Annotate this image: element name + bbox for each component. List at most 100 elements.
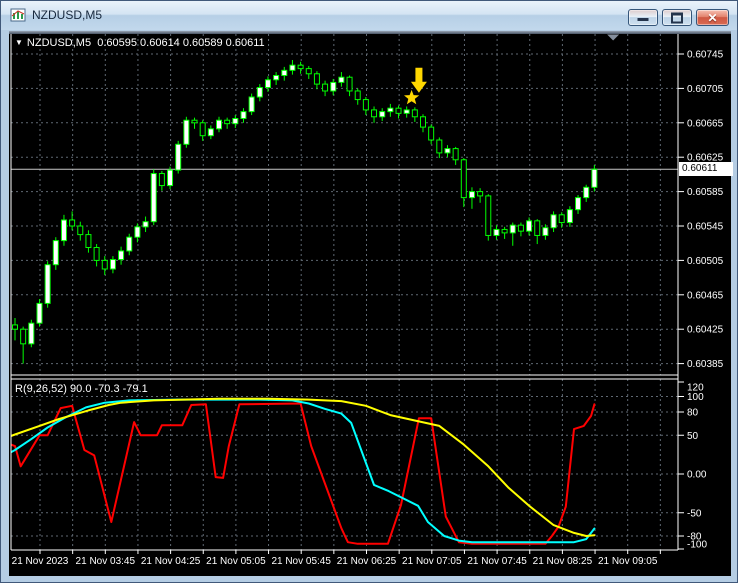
candle <box>20 326 27 364</box>
indicator-label: R(9,26,52) 90.0 -70.3 -79.1 <box>15 383 148 395</box>
candle <box>517 222 524 237</box>
symbol-dropdown-icon: ▼ <box>15 38 23 47</box>
candle <box>150 169 157 226</box>
price-axis[interactable] <box>678 31 731 550</box>
sell-arrow-icon <box>410 67 427 93</box>
candle <box>240 108 247 123</box>
candle <box>452 146 459 165</box>
candle <box>167 166 174 190</box>
indicator-values: 90.0 -70.3 -79.1 <box>70 383 148 395</box>
title-bar[interactable]: NZDUSD,M5 ✕ <box>1 1 737 30</box>
minimize-button[interactable] <box>628 9 658 26</box>
candle <box>420 114 426 133</box>
chart-icon <box>10 8 26 22</box>
candle <box>12 318 18 341</box>
candle <box>281 66 288 81</box>
indicator-name: R(9,26,52) <box>15 383 67 395</box>
candle <box>591 164 598 192</box>
candle <box>428 124 435 145</box>
close-icon: ✕ <box>707 11 718 25</box>
candle <box>379 108 386 122</box>
candle <box>403 106 410 118</box>
candle <box>550 211 557 233</box>
candle <box>387 103 394 117</box>
candle <box>534 219 541 245</box>
candle <box>526 217 533 236</box>
candle <box>109 256 116 274</box>
candle <box>509 222 516 246</box>
window-title: NZDUSD,M5 <box>32 8 103 22</box>
candle <box>199 120 206 141</box>
candle <box>346 75 353 97</box>
candle <box>436 137 443 159</box>
candlesticks <box>12 60 598 364</box>
candle <box>52 237 59 270</box>
close-button[interactable]: ✕ <box>696 9 729 26</box>
candle <box>93 244 100 267</box>
candle <box>289 60 296 75</box>
candle <box>542 224 549 240</box>
client-top-edge-shadow <box>9 32 731 34</box>
candle <box>158 170 165 191</box>
candle <box>297 61 304 74</box>
candle <box>60 214 67 246</box>
candle <box>468 187 475 209</box>
time-axis[interactable] <box>11 550 678 571</box>
candle <box>273 72 280 85</box>
candle <box>264 76 271 92</box>
candle <box>330 78 337 96</box>
candle <box>354 88 361 105</box>
candle <box>485 194 492 241</box>
candle <box>248 93 255 116</box>
star-icon <box>404 89 420 105</box>
candle <box>566 206 573 227</box>
header-symbol: NZDUSD,M5 <box>26 37 92 49</box>
candle <box>460 158 467 208</box>
candle <box>183 116 190 148</box>
candle <box>395 105 402 119</box>
candle <box>583 184 590 202</box>
candle <box>44 261 51 308</box>
candle <box>305 66 312 79</box>
candle <box>191 117 198 129</box>
candle <box>85 230 92 253</box>
candle <box>313 71 320 90</box>
candle <box>101 256 108 276</box>
indicator-lines <box>11 397 596 545</box>
candle <box>322 80 329 97</box>
chart-client: 0.60745 0.60705 0.60665 0.60625 0.60585 0.605… <box>9 31 731 576</box>
candle <box>126 233 133 256</box>
candle <box>69 211 76 231</box>
candle <box>216 116 222 133</box>
candle <box>362 97 369 116</box>
candle <box>142 216 149 233</box>
candle <box>493 225 500 240</box>
restore-button[interactable] <box>662 9 692 26</box>
header-ohlc-values: 0.60595 0.60614 0.60589 0.60611 <box>97 37 265 49</box>
candle <box>338 72 345 87</box>
restore-icon <box>671 12 683 23</box>
chart-header: ▼ NZDUSD,M5 0.60595 0.60614 0.60589 0.606… <box>15 37 265 49</box>
candle <box>256 84 263 102</box>
candle <box>134 223 141 243</box>
candle <box>224 117 231 129</box>
candle <box>232 115 239 128</box>
candle <box>77 221 84 241</box>
candle <box>444 145 451 158</box>
candle <box>28 319 35 348</box>
candle <box>118 246 125 265</box>
candle <box>207 125 214 140</box>
wpr-slow-line <box>11 397 596 537</box>
candle <box>558 212 565 228</box>
candle <box>477 188 484 203</box>
panel-borders <box>10 34 679 551</box>
candle <box>501 226 508 239</box>
candle <box>371 106 378 123</box>
mt4-chart-window: NZDUSD,M5 ✕ 0.60745 0.60705 0.60665 0.60625… <box>0 0 738 583</box>
chart-shift-marker <box>607 34 620 41</box>
candle <box>175 140 182 174</box>
chart-canvas[interactable]: 0.607450.607050.606650.606250.605850.605… <box>9 31 731 576</box>
client-top-edge <box>9 31 731 33</box>
candle <box>575 195 582 214</box>
grid <box>11 34 678 550</box>
